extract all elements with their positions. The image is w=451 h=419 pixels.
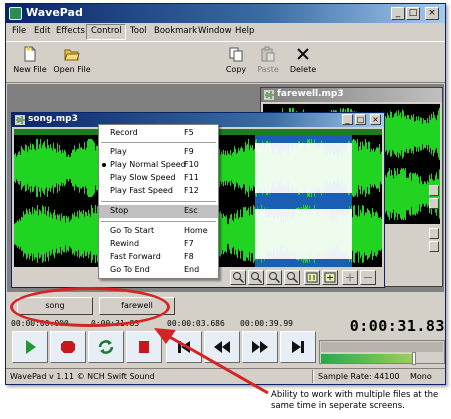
annotation-caption: Ability to work with multiple files at t… [271,390,439,411]
annotation-arrow [154,328,269,395]
